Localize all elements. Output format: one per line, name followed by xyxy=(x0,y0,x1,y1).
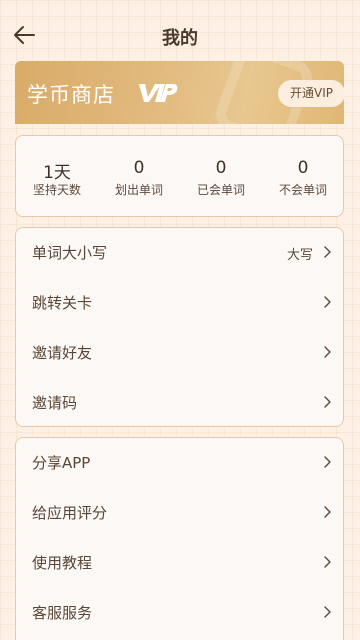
settings-menu-card: 单词大小写 大写 跳转关卡 邀请好友 邀请码 xyxy=(15,227,344,427)
stat-label: 划出单词 xyxy=(114,183,163,197)
menu-item-customer-service[interactable]: 客服服务 xyxy=(16,588,343,638)
stat-value: 0 xyxy=(133,158,145,178)
stat-label: 不会单词 xyxy=(278,183,327,197)
stat-label: 已会单词 xyxy=(196,183,245,197)
menu-item-label: 使用教程 xyxy=(32,554,93,572)
stat-swiped-words[interactable]: 0 划出单词 xyxy=(98,136,180,218)
vip-store-title: 学币商店 xyxy=(27,83,115,107)
menu-item-rate-app[interactable]: 给应用评分 xyxy=(16,488,343,538)
menu-item-tutorial[interactable]: 使用教程 xyxy=(16,538,343,588)
chevron-right-icon xyxy=(324,246,331,258)
menu-item-label: 给应用评分 xyxy=(32,504,108,522)
stat-value: 0 xyxy=(297,158,309,178)
menu-item-label: 客服服务 xyxy=(32,604,93,622)
app-menu-card: 分享APP 给应用评分 使用教程 客服服务 xyxy=(15,437,344,640)
chevron-right-icon xyxy=(324,346,331,358)
vip-store-banner[interactable]: 学币商店 开通VIP xyxy=(15,61,344,124)
menu-item-label: 邀请码 xyxy=(32,394,78,412)
chevron-right-icon xyxy=(324,506,331,518)
menu-item-invite-friends[interactable]: 邀请好友 xyxy=(16,328,343,378)
menu-item-value: 大写 xyxy=(286,248,313,263)
menu-item-label: 邀请好友 xyxy=(32,344,93,362)
stats-card: 1天 坚持天数 0 划出单词 0 已会单词 0 不会单词 xyxy=(15,135,344,217)
stat-value: 0 xyxy=(215,158,227,178)
stat-value: 1天 xyxy=(43,163,71,183)
menu-item-share-app[interactable]: 分享APP xyxy=(16,438,343,488)
menu-item-word-case[interactable]: 单词大小写 大写 xyxy=(16,228,343,278)
stat-known-words[interactable]: 0 已会单词 xyxy=(180,136,262,218)
menu-item-jump-level[interactable]: 跳转关卡 xyxy=(16,278,343,328)
page-title: 我的 xyxy=(162,28,198,49)
menu-item-label: 单词大小写 xyxy=(32,244,108,262)
menu-item-label: 跳转关卡 xyxy=(32,294,93,312)
vip-badge-icon xyxy=(139,84,178,102)
chevron-right-icon xyxy=(324,296,331,308)
menu-item-invite-code[interactable]: 邀请码 xyxy=(16,378,343,428)
open-vip-button[interactable]: 开通VIP xyxy=(278,80,344,107)
chevron-right-icon xyxy=(324,556,331,568)
chevron-right-icon xyxy=(324,456,331,468)
stat-unknown-words[interactable]: 0 不会单词 xyxy=(262,136,344,218)
menu-item-label: 分享APP xyxy=(32,454,91,472)
chevron-right-icon xyxy=(324,396,331,408)
stat-label: 坚持天数 xyxy=(32,183,81,197)
chevron-right-icon xyxy=(324,606,331,618)
stat-days: 1天 坚持天数 xyxy=(16,136,98,218)
